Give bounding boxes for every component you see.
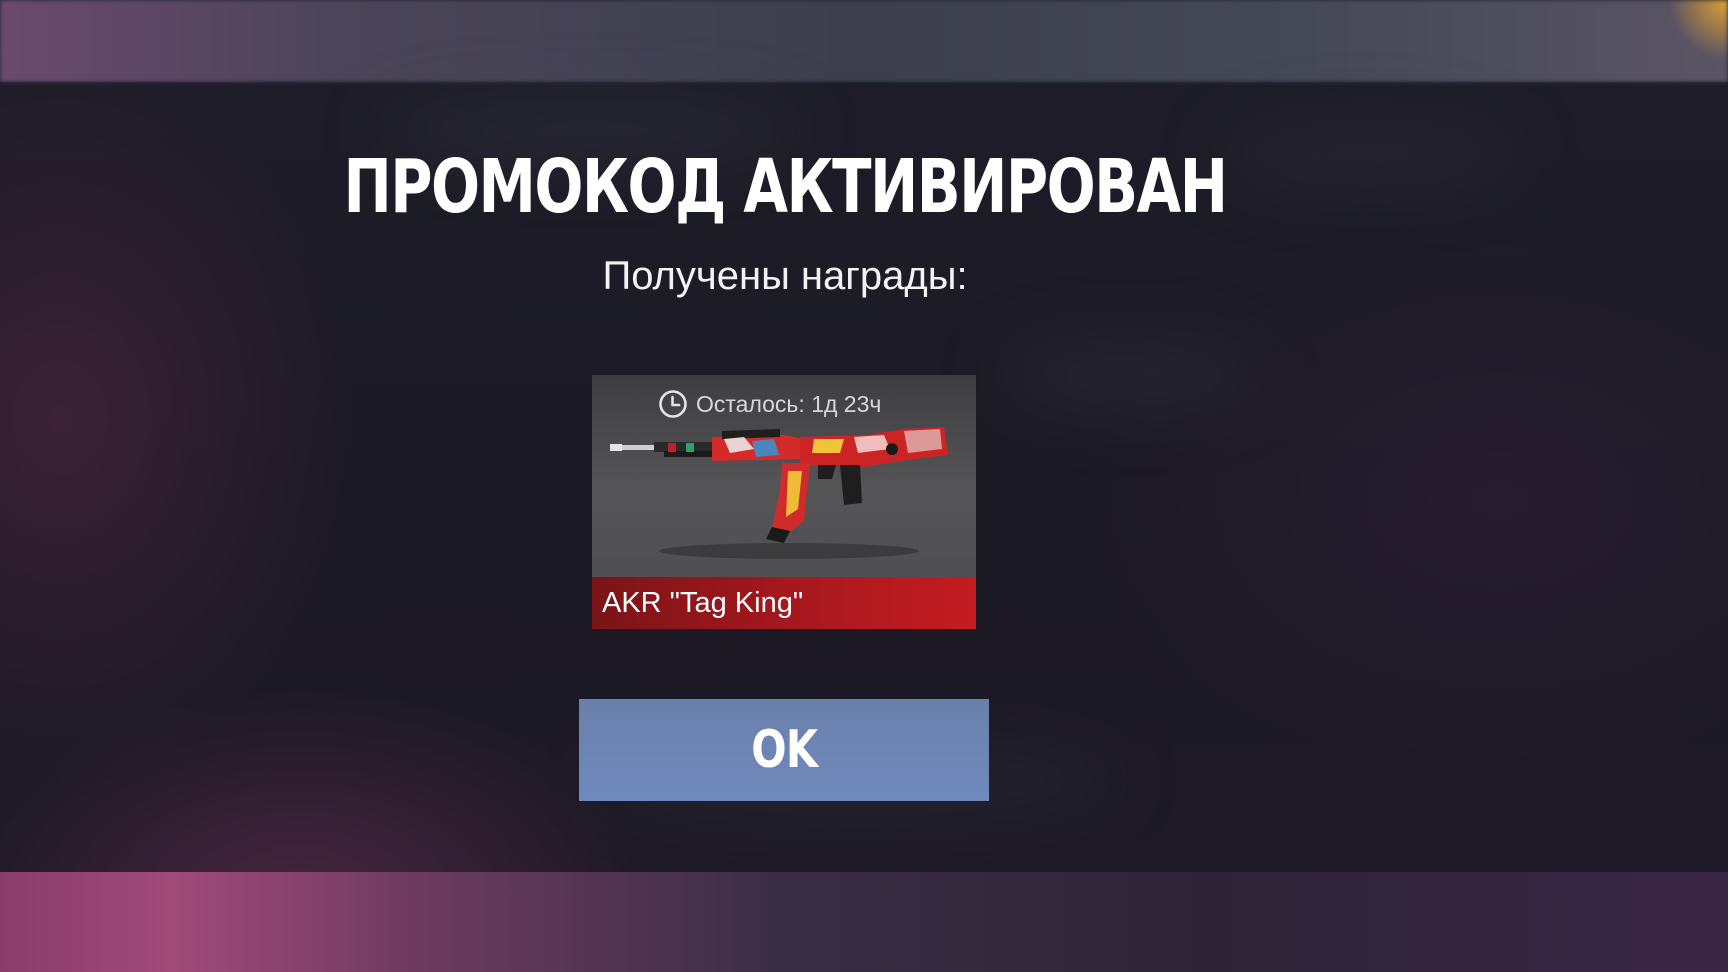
clock-icon (659, 390, 687, 418)
rifle-skin-image (610, 427, 948, 559)
ok-button[interactable]: OK (579, 699, 989, 801)
reward-card[interactable]: Осталось: 1д 23ч AKR "Tag King" (592, 375, 976, 629)
reward-timer-text: Осталось: 1д 23ч (696, 390, 882, 417)
reward-timer: Осталось: 1д 23ч (658, 389, 881, 419)
blurred-bottom-bar (0, 872, 1728, 972)
dialog-subtitle: Получены награды: (602, 254, 968, 298)
dialog-title: ПРОМОКОД АКТИВИРОВАН (343, 144, 1228, 230)
promo-dialog-screen: ПРОМОКОД АКТИВИРОВАН Получены награды: О… (0, 0, 1728, 972)
reward-name-bar: AKR "Tag King" (592, 577, 976, 629)
blurred-top-bar (0, 0, 1728, 82)
reward-item-name: AKR "Tag King" (602, 586, 804, 619)
ok-button-label: OK (751, 720, 818, 780)
